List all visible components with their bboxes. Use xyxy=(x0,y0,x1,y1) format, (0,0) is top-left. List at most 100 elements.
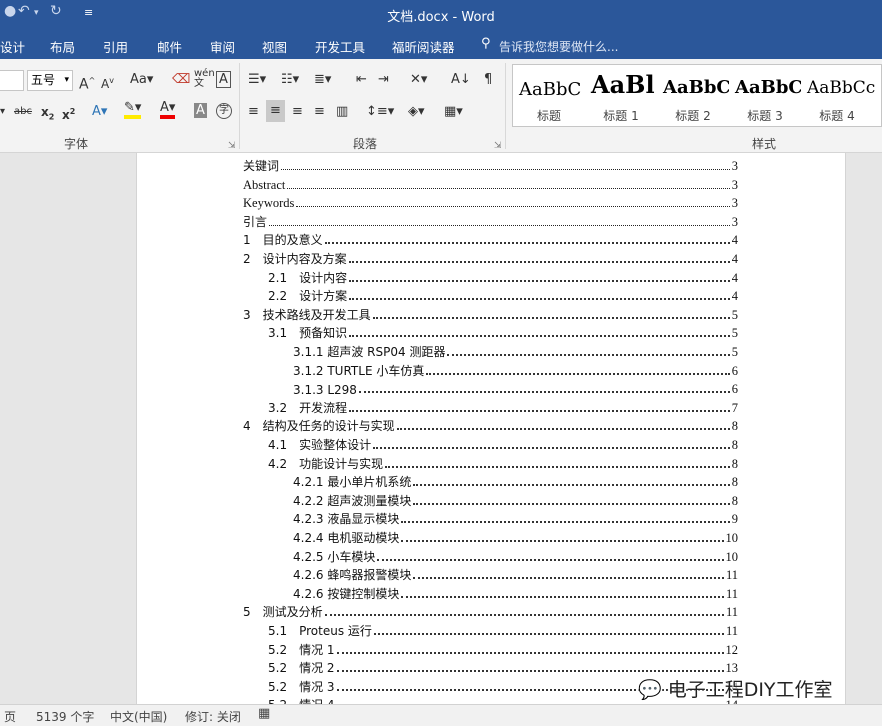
align-right-icon[interactable]: ≡ xyxy=(292,103,303,121)
toc-entry[interactable]: 5.1 Proteus 运行 11 xyxy=(268,621,738,639)
subscript-icon[interactable]: x2 xyxy=(41,103,54,126)
toc-entry[interactable]: 引言 3 xyxy=(243,212,738,230)
font-size-dropdown[interactable]: 五号 ▾ xyxy=(27,70,73,91)
highlight-icon[interactable]: ✎▾ xyxy=(124,101,142,119)
toc-entry-title: 2.1 设计内容 xyxy=(268,270,348,285)
toc-entry[interactable]: 4.2.6 蜂鸣器报警模块 11 xyxy=(293,565,738,583)
toc-page-number: 3 xyxy=(731,214,738,229)
toc-entry[interactable]: 4.1 实验整体设计 8 xyxy=(268,435,738,453)
toc-entry[interactable]: 4.2.5 小车模块 10 xyxy=(293,547,738,565)
style-preview: AaBbC xyxy=(663,77,729,98)
toc-page-number: 11 xyxy=(725,605,738,620)
font-name-dropdown[interactable] xyxy=(0,70,24,91)
align-left-icon[interactable]: ≡ xyxy=(248,103,259,121)
word-count[interactable]: 5139 个字 xyxy=(36,708,94,725)
enclose-characters-icon[interactable]: 字 xyxy=(216,103,232,119)
strikethrough-icon[interactable]: abc xyxy=(14,103,32,121)
shrink-font-icon[interactable]: Av xyxy=(101,72,114,93)
style-heading-1[interactable]: AaBl 标题 1 xyxy=(585,65,657,126)
bullets-icon[interactable]: ☰▾ xyxy=(248,71,266,89)
toc-entry[interactable]: Abstract 3 xyxy=(243,175,738,193)
page-count[interactable]: 页 xyxy=(4,708,16,725)
toc-entry[interactable]: 4 结构及任务的设计与实现 8 xyxy=(243,416,738,434)
line-spacing-icon[interactable]: ↕≡▾ xyxy=(366,103,394,121)
style-heading-3[interactable]: AaBbC 标题 3 xyxy=(729,65,801,126)
toc-entry[interactable]: 4.2.1 最小单片机系统 8 xyxy=(293,472,738,490)
increase-indent-icon[interactable]: ⇥ xyxy=(378,71,389,89)
change-case-icon[interactable]: Aa▾ xyxy=(130,71,153,89)
grow-font-icon[interactable]: A^ xyxy=(79,72,95,94)
tab-references[interactable]: 引用 xyxy=(103,37,128,56)
style-title[interactable]: AaBbC 标题 xyxy=(513,65,585,126)
toc-leader-dots xyxy=(348,261,730,263)
toc-entry[interactable]: 4.2.2 超声波测量模块 8 xyxy=(293,491,738,509)
toc-entry[interactable]: 5.2 情况 2 13 xyxy=(268,658,738,676)
tab-review[interactable]: 审阅 xyxy=(210,37,235,56)
toc-entry[interactable]: 2.1 设计内容 4 xyxy=(268,268,738,286)
toc-leader-dots xyxy=(413,502,730,505)
track-changes-status[interactable]: 修订: 关闭 xyxy=(185,708,241,725)
show-marks-icon[interactable]: ¶ xyxy=(484,71,492,89)
toc-entry[interactable]: 3.1.3 L298 6 xyxy=(293,379,738,397)
toc-page-number: 8 xyxy=(731,456,738,471)
multilevel-list-icon[interactable]: ≣▾ xyxy=(314,71,331,89)
style-heading-2[interactable]: AaBbC 标题 2 xyxy=(657,65,729,126)
justify-icon[interactable]: ≡ xyxy=(314,103,325,121)
tab-mailings[interactable]: 邮件 xyxy=(157,37,182,56)
chinese-layout-icon[interactable]: ✕▾ xyxy=(410,71,427,89)
toc-leader-dots xyxy=(385,465,730,468)
style-heading-4[interactable]: AaBbCc 标题 4 xyxy=(801,65,881,126)
toc-entry[interactable]: 2.2 设计方案 4 xyxy=(268,286,738,304)
tell-me-search[interactable]: 告诉我您想要做什么... xyxy=(499,38,618,55)
toc-entry[interactable]: 3.1.1 超声波 RSP04 测距器 5 xyxy=(293,342,738,360)
toc-page-number: 4 xyxy=(731,289,738,304)
numbering-icon[interactable]: ☷▾ xyxy=(281,71,299,89)
sort-icon[interactable]: A↓ xyxy=(451,71,471,89)
style-name: 标题 2 xyxy=(675,109,711,123)
font-color-icon[interactable]: A▾ xyxy=(160,101,176,119)
toc-entry[interactable]: 4.2.3 液晶显示模块 9 xyxy=(293,509,738,527)
borders-icon[interactable]: ▦▾ xyxy=(444,103,463,121)
style-name: 标题 3 xyxy=(747,109,783,123)
tab-layout[interactable]: 布局 xyxy=(50,37,75,56)
tab-design[interactable]: 设计 xyxy=(0,37,25,56)
character-border-icon[interactable]: A xyxy=(216,71,231,88)
distributed-icon[interactable]: ▥ xyxy=(336,103,348,121)
decrease-indent-icon[interactable]: ⇤ xyxy=(356,71,367,89)
underline-dropdown-icon[interactable]: ▾ xyxy=(0,103,5,121)
toc-entry[interactable]: 5 测试及分析 11 xyxy=(243,602,738,620)
toc-page-number: 5 xyxy=(731,345,738,359)
toc-entry[interactable]: 3.2 开发流程 7 xyxy=(268,398,738,416)
tab-foxit-reader[interactable]: 福昕阅读器 xyxy=(392,37,455,56)
character-shading-icon[interactable]: A xyxy=(194,103,207,118)
toc-entry[interactable]: 2 设计内容及方案 4 xyxy=(243,249,738,267)
align-center-icon[interactable]: ≡ xyxy=(266,100,285,122)
document-area[interactable]: 关键词 3 Abstract 3 Keywords 3 引言 3 1 目的及意义 4 2 设计内容及… xyxy=(0,153,882,704)
toc-entry[interactable]: 4.2.6 按键控制模块 11 xyxy=(293,584,738,602)
toc-entry-title: 3.1 预备知识 xyxy=(268,326,348,341)
phonetic-guide-icon[interactable]: wén 文 xyxy=(194,69,215,89)
toc-entry-title: Abstract xyxy=(243,177,286,192)
toc-entry[interactable]: 5.2 情况 1 12 xyxy=(268,640,738,658)
clear-formatting-icon[interactable]: ⌫ xyxy=(172,71,190,89)
toc-entry[interactable]: 3 技术路线及开发工具 5 xyxy=(243,305,738,323)
tab-view[interactable]: 视图 xyxy=(262,37,287,56)
toc-entry[interactable]: Keywords 3 xyxy=(243,193,738,211)
window-title: 文档.docx - Word xyxy=(387,10,495,25)
superscript-icon[interactable]: x2 xyxy=(62,103,75,124)
macro-record-icon[interactable]: ▦ xyxy=(258,706,270,721)
style-name: 标题 4 xyxy=(819,109,855,123)
toc-entry[interactable]: 3.1 预备知识 5 xyxy=(268,323,738,341)
group-divider xyxy=(239,63,240,149)
document-page[interactable]: 关键词 3 Abstract 3 Keywords 3 引言 3 1 目的及意义 4 2 设计内容及… xyxy=(136,153,846,704)
toc-entry[interactable]: 1 目的及意义 4 xyxy=(243,230,738,248)
language-indicator[interactable]: 中文(中国) xyxy=(110,708,167,725)
toc-entry[interactable]: 4.2.4 电机驱动模块 10 xyxy=(293,528,738,546)
toc-entry-title: 4.2.1 最小单片机系统 xyxy=(293,475,412,490)
shading-icon[interactable]: ◈▾ xyxy=(408,103,425,121)
toc-entry[interactable]: 3.1.2 TURTLE 小车仿真 6 xyxy=(293,361,738,379)
toc-entry[interactable]: 关键词 3 xyxy=(243,156,738,174)
tab-developer[interactable]: 开发工具 xyxy=(315,37,365,56)
text-effects-icon[interactable]: A▾ xyxy=(92,103,107,121)
toc-entry[interactable]: 4.2 功能设计与实现 8 xyxy=(268,454,738,472)
